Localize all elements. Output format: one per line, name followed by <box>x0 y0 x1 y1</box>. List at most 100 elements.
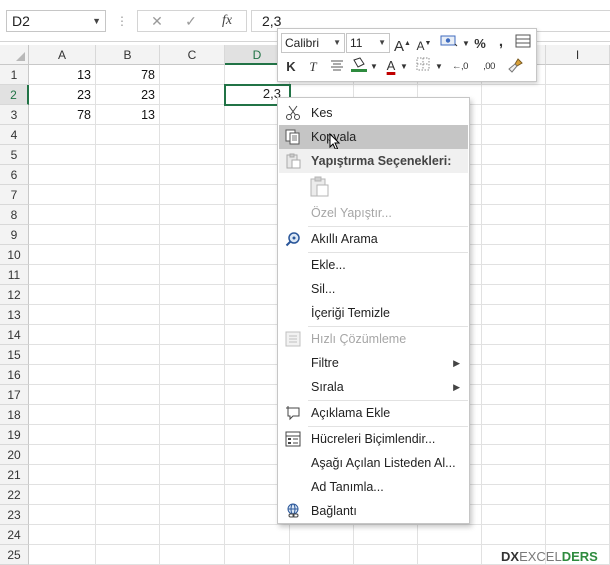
cell-i6[interactable] <box>546 165 610 185</box>
chevron-down-icon[interactable]: ▼ <box>92 11 101 31</box>
cancel-icon[interactable]: ✕ <box>142 11 172 31</box>
cell-h12[interactable] <box>482 285 546 305</box>
row-header-18[interactable]: 18 <box>0 405 29 425</box>
menu-item-copy[interactable]: Kopyala <box>279 125 468 151</box>
cell-i22[interactable] <box>546 485 610 505</box>
comma-style-button[interactable]: , <box>494 32 508 52</box>
cell-i16[interactable] <box>546 365 610 385</box>
cell-a23[interactable] <box>29 505 96 525</box>
cell-i13[interactable] <box>546 305 610 325</box>
shrink-font-button[interactable]: A▼ <box>416 34 432 54</box>
percent-style-button[interactable]: % <box>472 34 488 54</box>
cell-f25[interactable] <box>354 545 418 565</box>
cell-h6[interactable] <box>482 165 546 185</box>
cell-h2[interactable] <box>482 85 546 105</box>
chevron-down-icon[interactable]: ▼ <box>333 34 341 52</box>
cell-c9[interactable] <box>160 225 225 245</box>
cell-i7[interactable] <box>546 185 610 205</box>
cell-b2[interactable]: 23 <box>96 85 160 105</box>
cell-b7[interactable] <box>96 185 160 205</box>
menu-item-cut[interactable]: Kes <box>279 101 468 125</box>
cell-b23[interactable] <box>96 505 160 525</box>
menu-item-format-cells[interactable]: Hücreleri Biçimlendir... <box>279 427 468 451</box>
cell-h22[interactable] <box>482 485 546 505</box>
cell-b1[interactable]: 78 <box>96 65 160 85</box>
cell-i20[interactable] <box>546 445 610 465</box>
format-painter-button[interactable] <box>506 57 526 77</box>
cell-e24[interactable] <box>290 525 354 545</box>
align-center-button[interactable] <box>326 57 348 77</box>
cell-c17[interactable] <box>160 385 225 405</box>
cell-a25[interactable] <box>29 545 96 565</box>
cell-c5[interactable] <box>160 145 225 165</box>
row-header-15[interactable]: 15 <box>0 345 29 365</box>
chevron-down-icon[interactable]: ▼ <box>435 57 443 77</box>
cell-c2[interactable] <box>160 85 225 105</box>
cell-a13[interactable] <box>29 305 96 325</box>
cell-g25[interactable] <box>418 545 482 565</box>
cell-c14[interactable] <box>160 325 225 345</box>
cell-h10[interactable] <box>482 245 546 265</box>
cell-c23[interactable] <box>160 505 225 525</box>
cell-c4[interactable] <box>160 125 225 145</box>
cell-a20[interactable] <box>29 445 96 465</box>
cell-h11[interactable] <box>482 265 546 285</box>
row-header-8[interactable]: 8 <box>0 205 29 225</box>
cell-c12[interactable] <box>160 285 225 305</box>
cell-c8[interactable] <box>160 205 225 225</box>
row-header-12[interactable]: 12 <box>0 285 29 305</box>
column-header-b[interactable]: B <box>96 45 160 65</box>
cell-c1[interactable] <box>160 65 225 85</box>
cell-b22[interactable] <box>96 485 160 505</box>
cell-b21[interactable] <box>96 465 160 485</box>
menu-item-paste-special[interactable]: Özel Yapıştır... <box>279 201 468 225</box>
cell-a21[interactable] <box>29 465 96 485</box>
italic-button[interactable]: T <box>306 57 320 77</box>
cell-a11[interactable] <box>29 265 96 285</box>
cell-b6[interactable] <box>96 165 160 185</box>
cell-b19[interactable] <box>96 425 160 445</box>
cell-i23[interactable] <box>546 505 610 525</box>
accounting-format-button[interactable] <box>436 34 462 54</box>
row-header-17[interactable]: 17 <box>0 385 29 405</box>
row-header-13[interactable]: 13 <box>0 305 29 325</box>
row-header-23[interactable]: 23 <box>0 505 29 525</box>
row-header-25[interactable]: 25 <box>0 545 29 565</box>
cell-b13[interactable] <box>96 305 160 325</box>
row-header-11[interactable]: 11 <box>0 265 29 285</box>
cell-b15[interactable] <box>96 345 160 365</box>
font-color-button[interactable]: A <box>384 56 398 76</box>
menu-item-delete[interactable]: Sil... <box>279 277 468 301</box>
chevron-down-icon[interactable]: ▼ <box>370 57 378 77</box>
cell-h14[interactable] <box>482 325 546 345</box>
cell-h17[interactable] <box>482 385 546 405</box>
cell-h20[interactable] <box>482 445 546 465</box>
cell-a7[interactable] <box>29 185 96 205</box>
cell-i11[interactable] <box>546 265 610 285</box>
cell-c24[interactable] <box>160 525 225 545</box>
cell-a4[interactable] <box>29 125 96 145</box>
cell-i19[interactable] <box>546 425 610 445</box>
row-header-4[interactable]: 4 <box>0 125 29 145</box>
cell-h4[interactable] <box>482 125 546 145</box>
borders-button[interactable] <box>414 57 432 77</box>
check-icon[interactable]: ✓ <box>176 11 206 31</box>
cell-b10[interactable] <box>96 245 160 265</box>
cell-i1[interactable] <box>546 65 610 85</box>
cell-i21[interactable] <box>546 465 610 485</box>
cell-b20[interactable] <box>96 445 160 465</box>
chevron-down-icon[interactable]: ▼ <box>378 34 386 52</box>
cell-i17[interactable] <box>546 385 610 405</box>
cell-h19[interactable] <box>482 425 546 445</box>
cell-i14[interactable] <box>546 325 610 345</box>
menu-item-filter[interactable]: Filtre ▶ <box>279 351 468 375</box>
grow-font-button[interactable]: A▲ <box>394 34 411 55</box>
cell-i2[interactable] <box>546 85 610 105</box>
cell-b17[interactable] <box>96 385 160 405</box>
cell-h23[interactable] <box>482 505 546 525</box>
cell-i24[interactable] <box>546 525 610 545</box>
cell-a2[interactable]: 23 <box>29 85 96 105</box>
cell-i3[interactable] <box>546 105 610 125</box>
cell-i10[interactable] <box>546 245 610 265</box>
cell-c10[interactable] <box>160 245 225 265</box>
